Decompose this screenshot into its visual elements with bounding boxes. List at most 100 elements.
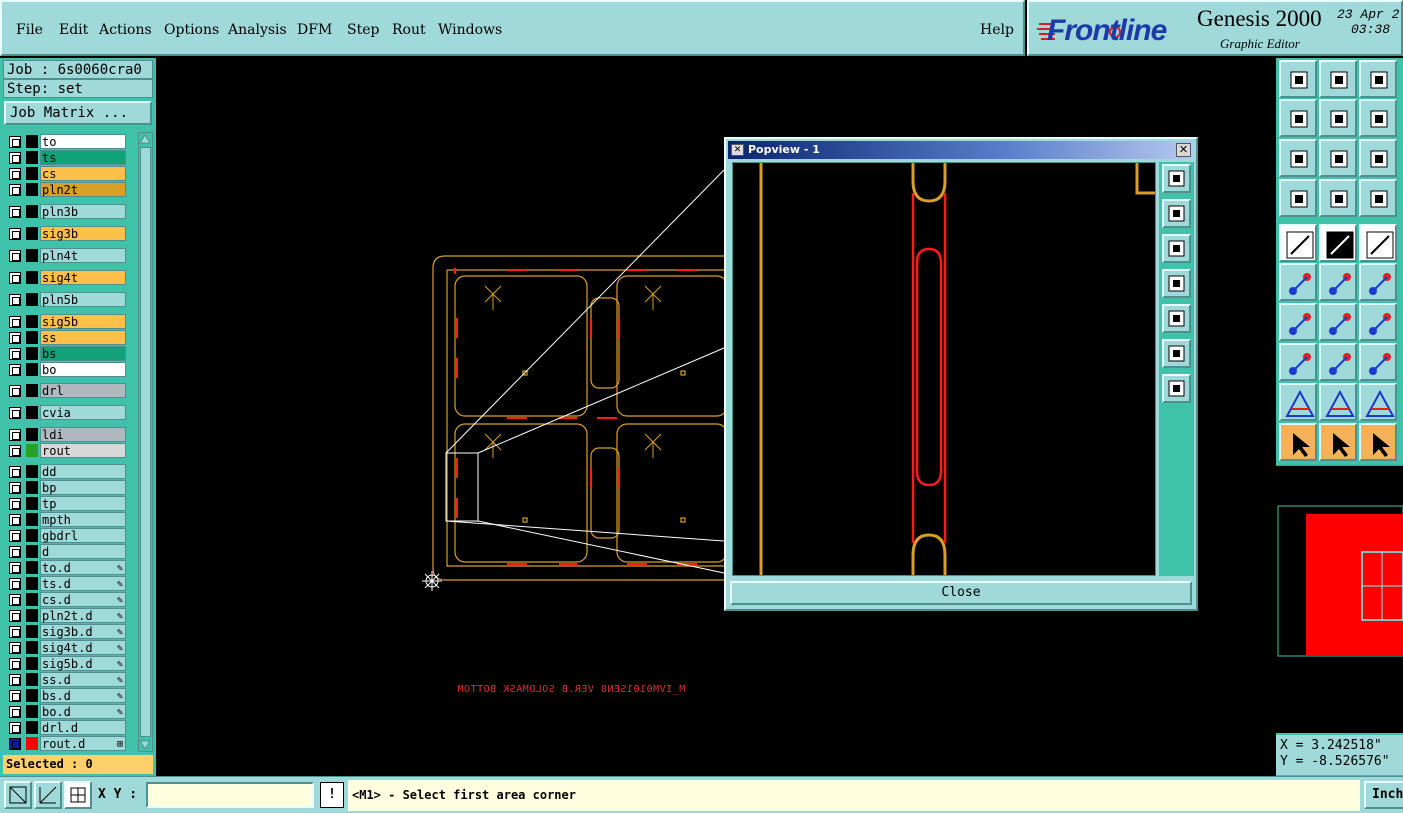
layer-name[interactable]: ts.d ✎	[40, 576, 126, 591]
layer-name[interactable]: cvia	[40, 405, 126, 420]
layer-row-sig5b[interactable]: sig5b	[4, 314, 126, 329]
layer-row-drl[interactable]: drl	[4, 383, 126, 398]
layer-checkbox[interactable]	[9, 658, 21, 670]
layer-color-swatch[interactable]	[26, 705, 38, 718]
layer-checkbox[interactable]	[9, 294, 21, 306]
layer-row-sig4t[interactable]: sig4t	[4, 270, 126, 285]
redraw-tool-button[interactable]	[1359, 99, 1397, 137]
layer-checkbox[interactable]	[9, 348, 21, 360]
layer-color-swatch[interactable]	[26, 513, 38, 526]
line-angle-tool-button[interactable]	[1279, 303, 1317, 341]
layer-name[interactable]: pln2t.d ✎	[40, 608, 126, 623]
pan-left-tool-button[interactable]	[1279, 99, 1317, 137]
layer-name[interactable]: bp	[40, 480, 126, 495]
layer-row-sig5b-d[interactable]: sig5b.d ✎	[4, 656, 126, 671]
layer-row-pln3b[interactable]: pln3b	[4, 204, 126, 219]
layer-color-swatch[interactable]	[26, 249, 38, 262]
layer-row-cvia[interactable]: cvia	[4, 405, 126, 420]
layer-checkbox[interactable]	[9, 578, 21, 590]
layer-checkbox[interactable]	[9, 610, 21, 622]
layer-checkbox[interactable]	[9, 316, 21, 328]
menu-dfm[interactable]: DFM	[297, 22, 332, 38]
layer-name[interactable]: ldi	[40, 427, 126, 442]
layer-color-swatch[interactable]	[26, 406, 38, 419]
pan-down-tool-button[interactable]	[1319, 60, 1357, 98]
layer-name[interactable]: cs	[40, 166, 126, 181]
triangle-c-tool-button[interactable]	[1359, 383, 1397, 421]
layer-name[interactable]: ts	[40, 150, 126, 165]
layer-color-swatch[interactable]	[26, 205, 38, 218]
layer-color-swatch[interactable]	[26, 271, 38, 284]
pan-up-tool-button[interactable]	[1279, 60, 1317, 98]
layer-color-swatch[interactable]	[26, 689, 38, 702]
menu-analysis[interactable]: Analysis	[228, 22, 287, 38]
layer-row-mpth[interactable]: mpth	[4, 512, 126, 527]
menu-rout[interactable]: Rout	[392, 22, 426, 38]
layer-name[interactable]: bs.d ✎	[40, 688, 126, 703]
cursor-box-2-tool-button[interactable]	[1359, 423, 1397, 461]
layer-color-swatch[interactable]	[26, 737, 38, 750]
layer-color-swatch[interactable]	[26, 183, 38, 196]
pv-pan-up-button[interactable]	[1162, 199, 1191, 228]
layer-checkbox[interactable]	[9, 498, 21, 510]
layer-color-swatch[interactable]	[26, 497, 38, 510]
select-white-tool-button[interactable]	[1279, 224, 1317, 262]
move-point-tool-button[interactable]	[1359, 263, 1397, 301]
layer-checkbox[interactable]	[9, 466, 21, 478]
layer-row-bp[interactable]: bp	[4, 480, 126, 495]
pv-pan-left-button[interactable]	[1162, 269, 1191, 298]
ruler-tool-button[interactable]	[1359, 224, 1397, 262]
menu-actions[interactable]: Actions	[99, 22, 152, 38]
snap-settings-tool-button[interactable]	[1279, 179, 1317, 217]
layer-color-swatch[interactable]	[26, 545, 38, 558]
layer-checkbox[interactable]	[9, 184, 21, 196]
zoom-in-tool-button[interactable]	[1279, 139, 1317, 177]
layer-name[interactable]: drl.d	[40, 720, 126, 735]
layer-name[interactable]: dd	[40, 464, 126, 479]
layer-name[interactable]: d	[40, 544, 126, 559]
layer-name[interactable]: sig4t.d ✎	[40, 640, 126, 655]
layer-color-swatch[interactable]	[26, 363, 38, 376]
layer-color-swatch[interactable]	[26, 384, 38, 397]
triangle-b-tool-button[interactable]	[1319, 383, 1357, 421]
layer-row-ldi[interactable]: ldi	[4, 427, 126, 442]
layer-checkbox[interactable]	[9, 562, 21, 574]
layer-checkbox[interactable]	[9, 385, 21, 397]
scroll-thumb[interactable]	[140, 147, 151, 737]
layer-checkbox[interactable]	[9, 136, 21, 148]
menu-file[interactable]: File	[16, 22, 43, 38]
layer-name[interactable]: to	[40, 134, 126, 149]
menu-help[interactable]: Help	[980, 22, 1014, 38]
menu-windows[interactable]: Windows	[438, 22, 502, 38]
layer-color-swatch[interactable]	[26, 331, 38, 344]
line-red-tool-button[interactable]	[1319, 303, 1357, 341]
layer-row-sig4t-d[interactable]: sig4t.d ✎	[4, 640, 126, 655]
job-matrix-button[interactable]: Job Matrix ...	[4, 101, 152, 125]
layer-color-swatch[interactable]	[26, 465, 38, 478]
dimension-tool-button[interactable]	[1359, 343, 1397, 381]
home-tool-button[interactable]	[1359, 60, 1397, 98]
pv-zoom-in-button[interactable]	[1162, 339, 1191, 368]
delete-point-tool-button[interactable]	[1319, 263, 1357, 301]
layer-checkbox[interactable]	[9, 642, 21, 654]
zoom-area-button[interactable]	[4, 781, 32, 809]
layer-row-tp[interactable]: tp	[4, 496, 126, 511]
zoom-out-tool-button[interactable]	[1319, 139, 1357, 177]
layer-row-bo-d[interactable]: bo.d ✎	[4, 704, 126, 719]
layer-row-bo[interactable]: bo	[4, 362, 126, 377]
triangle-a-tool-button[interactable]	[1279, 383, 1317, 421]
overview-minimap[interactable]	[1276, 465, 1403, 733]
cursor-tool-button[interactable]	[1279, 423, 1317, 461]
layer-color-swatch[interactable]	[26, 625, 38, 638]
layer-checkbox[interactable]	[9, 206, 21, 218]
layer-row-rout[interactable]: rout	[4, 443, 126, 458]
popview-zoom-view[interactable]	[732, 162, 1156, 576]
layer-checkbox[interactable]	[9, 407, 21, 419]
grid-tool-button[interactable]	[1319, 179, 1357, 217]
layer-checkbox[interactable]	[9, 332, 21, 344]
pv-pan-down-button[interactable]	[1162, 234, 1191, 263]
layer-color-swatch[interactable]	[26, 673, 38, 686]
layer-checkbox[interactable]	[9, 594, 21, 606]
rotate-tool-button[interactable]	[1359, 303, 1397, 341]
layer-row-pln2t-d[interactable]: pln2t.d ✎	[4, 608, 126, 623]
